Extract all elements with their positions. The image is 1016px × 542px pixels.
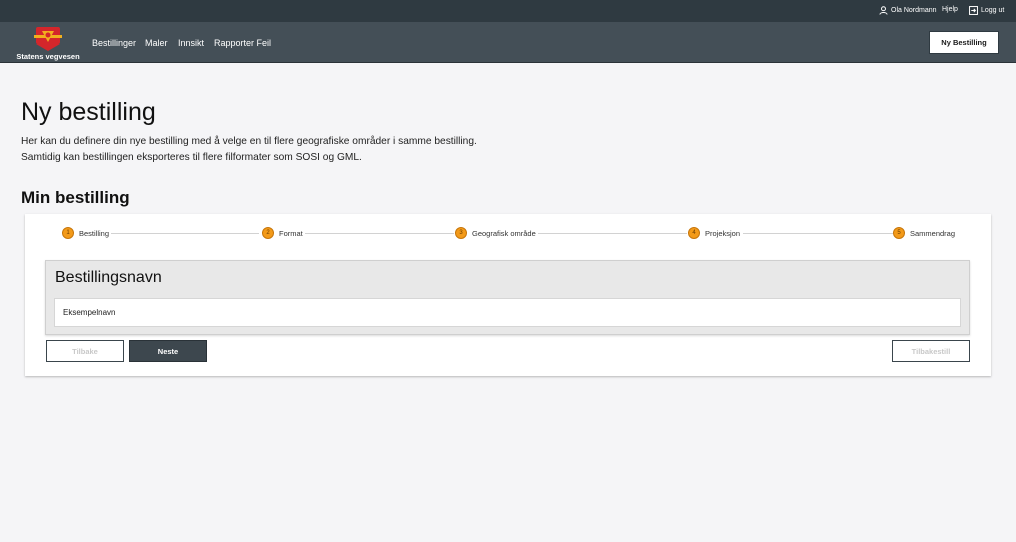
intro-text-line-2: Samtidig kan bestillingen eksporteres ti… xyxy=(21,152,362,163)
new-order-button[interactable]: Ny Bestilling xyxy=(929,31,999,54)
back-button[interactable]: Tilbake xyxy=(46,340,124,362)
step-label: Projeksjon xyxy=(705,228,743,238)
step-bestilling[interactable]: 1 Bestilling xyxy=(62,227,112,239)
step-label: Geografisk område xyxy=(472,228,538,238)
step-number: 3 xyxy=(455,227,467,239)
nav-rapporter-feil[interactable]: Rapporter Feil xyxy=(214,38,271,48)
step-label: Sammendrag xyxy=(910,228,958,238)
logout-link[interactable]: Logg ut xyxy=(969,6,1004,15)
step-number: 2 xyxy=(262,227,274,239)
nav-maler[interactable]: Maler xyxy=(145,38,168,48)
step-connector xyxy=(109,233,259,234)
statens-vegvesen-logo[interactable]: Statens vegvesen xyxy=(15,25,81,61)
order-name-input[interactable] xyxy=(54,298,961,327)
page-title: Ny bestilling xyxy=(21,98,156,126)
order-name-panel: Bestillingsnavn xyxy=(45,260,970,335)
nav-bestillinger[interactable]: Bestillinger xyxy=(92,38,136,48)
main-navbar: Statens vegvesen Bestillinger Maler Inns… xyxy=(0,22,1016,63)
step-connector xyxy=(537,233,687,234)
user-icon xyxy=(879,6,888,15)
user-menu[interactable]: Ola Nordmann xyxy=(879,6,937,15)
step-label: Bestilling xyxy=(79,228,112,238)
coat-of-arms-icon xyxy=(34,27,62,51)
step-geografisk-omrade[interactable]: 3 Geografisk område xyxy=(455,227,538,239)
step-connector xyxy=(743,233,893,234)
section-title: Min bestilling xyxy=(21,188,130,207)
step-sammendrag[interactable]: 5 Sammendrag xyxy=(893,227,958,239)
step-number: 5 xyxy=(893,227,905,239)
order-card: 1 Bestilling 2 Format 3 Geografisk områd… xyxy=(25,214,991,376)
user-name: Ola Nordmann xyxy=(891,7,937,14)
step-number: 1 xyxy=(62,227,74,239)
logout-icon xyxy=(969,6,978,15)
intro-text-line-1: Her kan du definere din nye bestilling m… xyxy=(21,136,477,147)
step-projeksjon[interactable]: 4 Projeksjon xyxy=(688,227,743,239)
panel-title: Bestillingsnavn xyxy=(55,269,162,286)
step-number: 4 xyxy=(688,227,700,239)
utility-bar: Ola Nordmann Hjelp Logg ut xyxy=(0,0,1016,22)
step-format[interactable]: 2 Format xyxy=(262,227,305,239)
reset-button[interactable]: Tilbakestill xyxy=(892,340,970,362)
nav-innsikt[interactable]: Innsikt xyxy=(178,38,204,48)
help-label: Hjelp xyxy=(942,6,958,13)
step-connector xyxy=(304,233,454,234)
help-link[interactable]: Hjelp xyxy=(942,6,958,13)
brand-name: Statens vegvesen xyxy=(16,52,80,61)
logout-label: Logg ut xyxy=(981,7,1005,14)
next-button[interactable]: Neste xyxy=(129,340,207,362)
step-label: Format xyxy=(279,228,305,238)
